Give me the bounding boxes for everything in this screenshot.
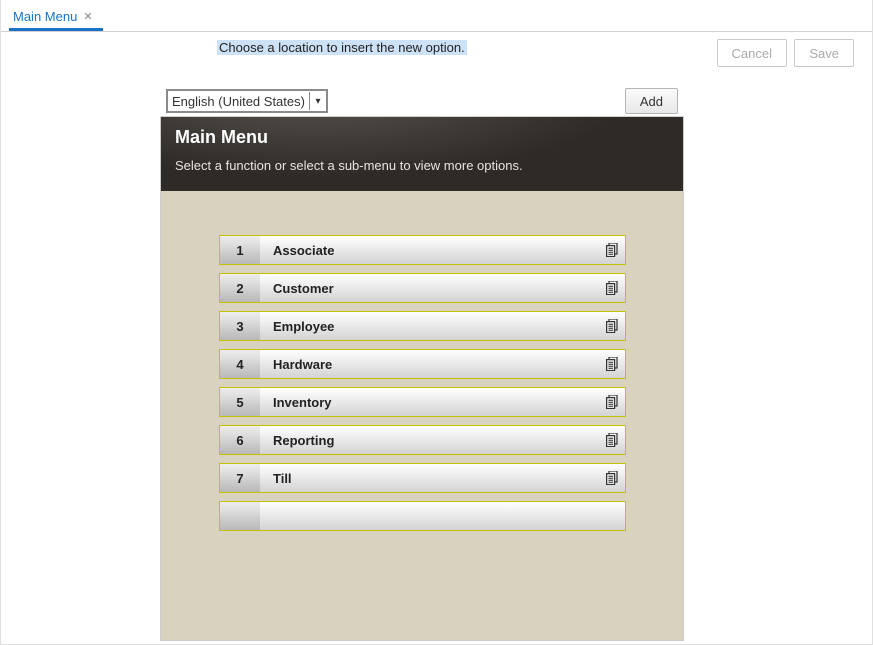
menu-item[interactable]: 5Inventory xyxy=(219,387,626,417)
menu-item-number: 4 xyxy=(220,350,260,378)
panel-title: Main Menu xyxy=(175,127,669,148)
submenu-icon xyxy=(599,236,625,264)
menu-item-label: Hardware xyxy=(260,350,599,378)
menu-item-label: Customer xyxy=(260,274,599,302)
submenu-icon xyxy=(599,426,625,454)
menu-item[interactable]: 2Customer xyxy=(219,273,626,303)
content-panel: English (United States) ▾ Add Main Menu … xyxy=(160,86,684,641)
menu-item[interactable]: 7Till xyxy=(219,463,626,493)
menu-item-number: 1 xyxy=(220,236,260,264)
menu-item[interactable] xyxy=(219,501,626,531)
submenu-icon xyxy=(599,274,625,302)
language-row: English (United States) ▾ Add xyxy=(160,86,684,117)
instruction-text: Choose a location to insert the new opti… xyxy=(217,40,467,55)
menu-item-label: Employee xyxy=(260,312,599,340)
menu-item-number: 3 xyxy=(220,312,260,340)
menu-item-number xyxy=(220,502,260,530)
language-selected-value: English (United States) xyxy=(168,92,309,111)
language-select[interactable]: English (United States) ▾ xyxy=(166,89,328,113)
submenu-icon xyxy=(599,350,625,378)
tab-label: Main Menu xyxy=(13,9,77,24)
submenu-icon xyxy=(599,388,625,416)
close-icon[interactable]: ✕ xyxy=(83,10,92,23)
tab-bar: Main Menu ✕ xyxy=(1,0,872,32)
menu-item[interactable]: 3Employee xyxy=(219,311,626,341)
submenu-icon xyxy=(599,464,625,492)
menu-item-number: 7 xyxy=(220,464,260,492)
menu-item-label xyxy=(260,502,625,530)
menu-item-label: Reporting xyxy=(260,426,599,454)
menu-item-number: 2 xyxy=(220,274,260,302)
menu-item[interactable]: 1Associate xyxy=(219,235,626,265)
menu-item-label: Associate xyxy=(260,236,599,264)
add-button[interactable]: Add xyxy=(625,88,678,114)
menu-item-label: Till xyxy=(260,464,599,492)
chevron-down-icon: ▾ xyxy=(309,92,326,110)
cancel-button[interactable]: Cancel xyxy=(717,39,787,67)
panel-header: Main Menu Select a function or select a … xyxy=(161,117,683,191)
menu-item-label: Inventory xyxy=(260,388,599,416)
menu-list: 1Associate2Customer3Employee4Hardware5In… xyxy=(219,235,626,539)
submenu-icon xyxy=(599,312,625,340)
menu-item[interactable]: 4Hardware xyxy=(219,349,626,379)
tab-main-menu[interactable]: Main Menu ✕ xyxy=(9,3,103,31)
panel-subtitle: Select a function or select a sub-menu t… xyxy=(175,158,669,173)
save-button[interactable]: Save xyxy=(794,39,854,67)
menu-item-number: 6 xyxy=(220,426,260,454)
menu-item[interactable]: 6Reporting xyxy=(219,425,626,455)
toolbar: Choose a location to insert the new opti… xyxy=(1,32,872,64)
menu-item-number: 5 xyxy=(220,388,260,416)
